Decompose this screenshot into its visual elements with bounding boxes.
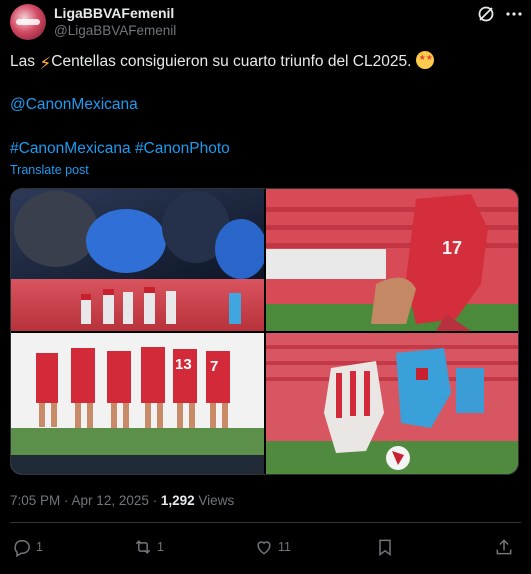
photo-team-celebration[interactable]: [11, 189, 264, 331]
avatar[interactable]: [10, 4, 46, 40]
repost-count: 1: [157, 540, 164, 554]
jersey-13: 13: [175, 356, 192, 373]
heart-icon: [257, 541, 271, 555]
like-button[interactable]: 11: [254, 536, 291, 558]
star-struck-icon: [415, 51, 434, 69]
tweet-text: Las ⚡Centellas consiguieron su cuarto tr…: [10, 51, 434, 74]
hashtags-link[interactable]: #CanonMexicana #CanonPhoto: [10, 138, 230, 159]
action-bar: 1 1 11: [0, 530, 531, 564]
divider: [10, 522, 521, 523]
mention-link[interactable]: @CanonMexicana: [10, 94, 138, 115]
reply-button[interactable]: 1: [12, 536, 43, 558]
tweet-text-end: Centellas consiguieron su cuarto triunfo…: [51, 53, 416, 70]
translate-link[interactable]: Translate post: [10, 163, 89, 177]
meta-separator: ·: [60, 493, 72, 508]
reply-icon: [14, 540, 30, 557]
meta-separator-2: ·: [148, 493, 161, 508]
bookmark-icon: [379, 539, 391, 556]
photo-match-action[interactable]: [266, 333, 518, 474]
views-label: Views: [198, 493, 235, 508]
more-options-icon[interactable]: [504, 4, 524, 24]
tweet-text-start: Las: [10, 53, 40, 70]
post-date[interactable]: Apr 12, 2025: [72, 493, 149, 508]
share-button[interactable]: [494, 536, 514, 558]
repost-icon: [135, 540, 151, 554]
handle[interactable]: @LigaBBVAFemenil: [54, 23, 176, 38]
grok-icon[interactable]: [476, 4, 496, 24]
tweet-meta: 7:05 PM · Apr 12, 2025 · 1,292 Views: [10, 493, 234, 508]
repost-button[interactable]: 1: [133, 536, 164, 558]
views-count: 1,292: [160, 493, 195, 508]
photo-team-lineup[interactable]: 13 7: [11, 333, 264, 474]
lightning-bolt-icon: ⚡: [39, 54, 52, 73]
media-grid: 17 13 7: [10, 188, 519, 475]
post-time[interactable]: 7:05 PM: [10, 493, 60, 508]
jersey-7: 7: [210, 358, 218, 375]
like-count: 11: [278, 540, 291, 554]
photo-player-17[interactable]: 17: [266, 189, 518, 331]
display-name[interactable]: LigaBBVAFemenil: [54, 5, 174, 21]
reply-count: 1: [36, 540, 43, 554]
svg-text:17: 17: [442, 238, 462, 258]
share-icon: [496, 539, 512, 555]
tweet-header: LigaBBVAFemenil @LigaBBVAFemenil: [0, 0, 531, 44]
bookmark-button[interactable]: [375, 536, 395, 558]
